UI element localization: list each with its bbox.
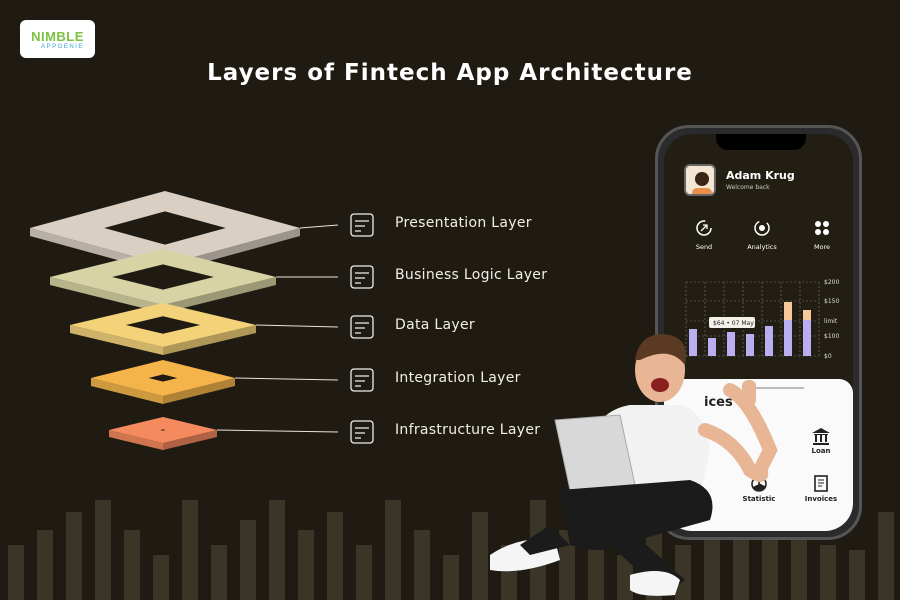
y-label: $0 — [824, 353, 832, 360]
server-cloud-icon — [345, 415, 379, 449]
analytics-target-icon — [754, 220, 770, 236]
user-name: Adam Krug — [726, 169, 795, 182]
background-bar — [385, 500, 401, 600]
database-documents-icon — [345, 310, 379, 344]
more-button[interactable]: More — [797, 219, 847, 251]
analytics-button[interactable]: Analytics — [737, 219, 787, 251]
y-label: $100 — [824, 333, 839, 340]
background-bar — [269, 500, 285, 600]
service-invoices[interactable]: Invoices — [796, 475, 846, 503]
connector-line — [234, 377, 339, 381]
greeting: Welcome back — [726, 184, 770, 191]
analytics-label: Analytics — [747, 243, 777, 251]
avatar — [684, 164, 716, 196]
connector-line — [299, 224, 339, 229]
y-label: $200 — [824, 279, 839, 286]
y-label: $150 — [824, 298, 839, 305]
layer-5 — [109, 417, 217, 450]
background-bar — [66, 512, 82, 600]
man-with-laptop-photo — [490, 334, 778, 596]
layer-label: Data Layer — [395, 317, 475, 333]
background-bar — [820, 545, 836, 600]
service-loan[interactable]: Loan — [796, 427, 846, 455]
layer-stack — [30, 191, 339, 450]
background-bar — [849, 550, 865, 600]
bank-icon — [812, 428, 830, 445]
layer-3 — [70, 303, 256, 355]
grid-dots-icon — [815, 221, 829, 235]
background-bar — [153, 555, 169, 600]
background-bar — [8, 545, 24, 600]
chart-bar — [784, 320, 792, 356]
phone-notch — [716, 134, 806, 150]
invoices-label: Invoices — [804, 495, 838, 503]
chart-bar-over-limit — [803, 310, 811, 320]
loan-label: Loan — [811, 447, 831, 455]
send-arrow-icon — [696, 220, 712, 236]
background-bar — [182, 500, 198, 600]
layer-4 — [91, 360, 235, 404]
chart-bar — [803, 320, 811, 356]
layer-label: Business Logic Layer — [395, 267, 548, 283]
logo: NIMBLE APPGENIE — [20, 20, 95, 58]
background-bar — [356, 545, 372, 600]
background-bar — [124, 530, 140, 600]
page-title: Layers of Fintech App Architecture — [207, 60, 693, 86]
flowchart-chip-icon — [345, 363, 379, 397]
background-bar — [414, 530, 430, 600]
logo-text: NIMBLE — [31, 28, 84, 44]
tooltip-text: $64 • 07 May — [713, 320, 754, 327]
background-bar — [95, 500, 111, 600]
background-bar — [878, 512, 894, 600]
connector-line — [216, 429, 339, 433]
background-bar — [327, 512, 343, 600]
background-bar — [443, 555, 459, 600]
presentation-board-icon — [345, 208, 379, 242]
layer-label: Presentation Layer — [395, 215, 532, 231]
send-label: Send — [695, 243, 713, 251]
y-label: limit — [824, 318, 838, 325]
background-bar — [37, 530, 53, 600]
send-button[interactable]: Send — [679, 219, 729, 251]
background-bar — [240, 520, 256, 600]
invoice-icon — [814, 475, 828, 492]
brain-gear-icon — [345, 260, 379, 294]
more-label: More — [813, 243, 831, 251]
connector-line — [255, 324, 339, 328]
logo-subtext: APPGENIE — [41, 43, 84, 50]
chart-bar-over-limit — [784, 302, 792, 320]
background-bar — [298, 530, 314, 600]
background-bar — [211, 545, 227, 600]
